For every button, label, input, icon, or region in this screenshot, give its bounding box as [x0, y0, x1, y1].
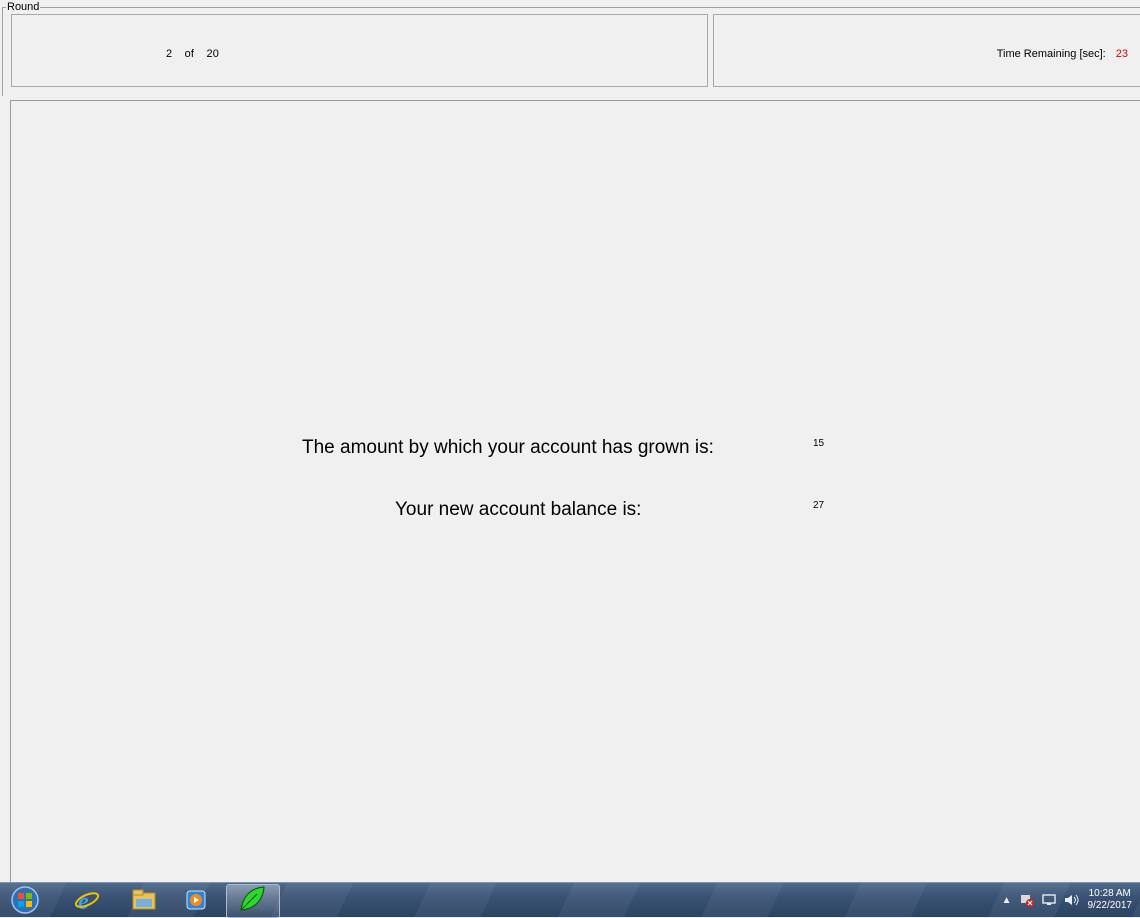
- balance-value: 27: [813, 500, 825, 511]
- network-icon[interactable]: [1041, 893, 1056, 907]
- file-explorer-icon[interactable]: [129, 886, 159, 914]
- windows-taskbar: e ▲ 10:28 AM 9/22/2017: [0, 882, 1140, 918]
- volume-icon[interactable]: [1064, 893, 1080, 907]
- growth-label: The amount by which your account has gro…: [302, 437, 714, 458]
- timer-panel: Time Remaining [sec]: 23: [713, 14, 1140, 87]
- growth-value: 15: [813, 438, 825, 449]
- taskbar-clock[interactable]: 10:28 AM 9/22/2017: [1088, 888, 1133, 912]
- clock-time: 10:28 AM: [1088, 888, 1131, 899]
- round-of-label: of: [184, 48, 195, 60]
- internet-explorer-icon[interactable]: e: [72, 886, 102, 914]
- windows-start-orb-icon[interactable]: [8, 885, 42, 915]
- action-center-flag-icon[interactable]: [1020, 893, 1034, 907]
- round-legend: Round: [6, 0, 41, 14]
- round-total: 20: [206, 48, 220, 60]
- timer-display: Time Remaining [sec]: 23: [997, 48, 1128, 60]
- leaf-app-icon[interactable]: [237, 885, 267, 913]
- round-current: 2: [166, 48, 173, 60]
- round-panel: 2 of 20: [11, 14, 708, 87]
- time-remaining-value: 23: [1115, 48, 1128, 60]
- svg-text:e: e: [78, 889, 89, 913]
- media-player-icon[interactable]: [181, 886, 211, 914]
- system-tray: ▲ 10:28 AM 9/22/2017: [1002, 883, 1132, 917]
- tray-expand-icon[interactable]: ▲: [1002, 895, 1012, 906]
- balance-label: Your new account balance is:: [395, 499, 642, 520]
- header-area: Round 2 of 20 Time Remaining [sec]: 23: [0, 0, 1140, 100]
- time-remaining-label: Time Remaining [sec]:: [996, 48, 1106, 60]
- results-panel: The amount by which your account has gro…: [10, 100, 1140, 883]
- round-counter: 2 of 20: [166, 48, 219, 60]
- clock-date: 9/22/2017: [1087, 900, 1133, 911]
